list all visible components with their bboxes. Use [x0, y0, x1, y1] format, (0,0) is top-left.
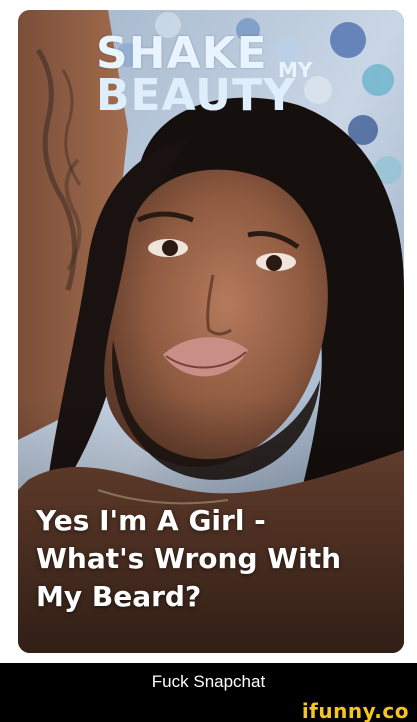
headline-line: What's Wrong With: [36, 542, 342, 575]
snapchat-discover-story-card[interactable]: SHAKE MY BEAUTY Yes I'm A Girl - What's …: [18, 10, 404, 653]
story-headline: Yes I'm A Girl - What's Wrong With My Be…: [36, 502, 386, 616]
screenshot-page: SHAKE MY BEAUTY Yes I'm A Girl - What's …: [0, 0, 417, 722]
masthead-word-beauty: BEAUTY: [96, 70, 296, 121]
ifunny-watermark: ifunny.co: [301, 699, 409, 722]
snapchat-caption-bar: Fuck Snapchat: [0, 663, 417, 701]
headline-line: My Beard?: [36, 580, 202, 613]
magazine-masthead-logo: SHAKE MY BEAUTY: [96, 32, 356, 142]
caption-text: Fuck Snapchat: [151, 672, 266, 691]
headline-line: Yes I'm A Girl -: [36, 504, 266, 537]
watermark-footer: ifunny.co: [0, 699, 417, 722]
